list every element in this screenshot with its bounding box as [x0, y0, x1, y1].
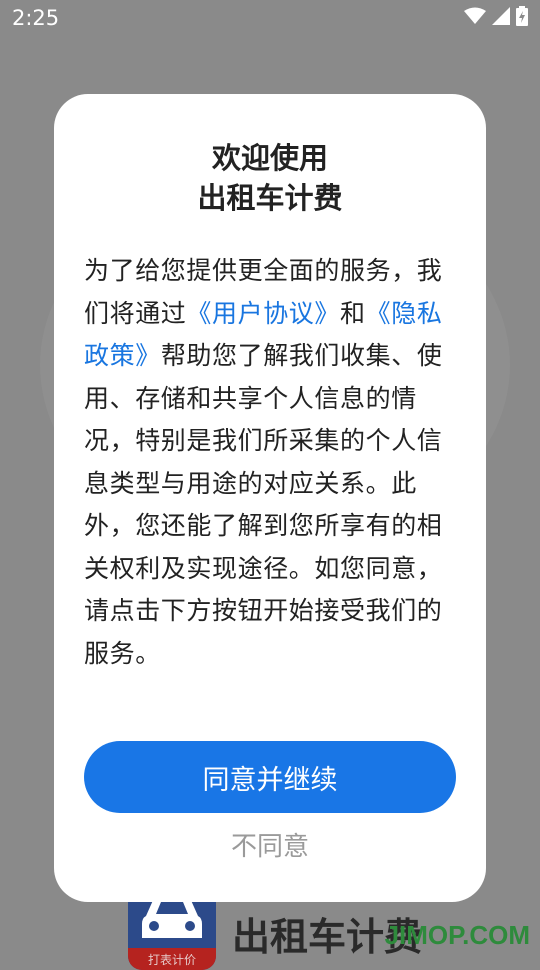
battery-charging-icon [516, 6, 528, 26]
watermark: JIMOP.COM [384, 920, 530, 950]
body-text-2: 和 [340, 298, 366, 328]
user-agreement-link[interactable]: 《用户协议》 [186, 299, 340, 328]
status-time: 2:25 [12, 6, 60, 30]
wifi-icon [464, 7, 486, 25]
dialog-title: 欢迎使用 出租车计费 [54, 138, 486, 218]
agree-continue-button[interactable]: 同意并继续 [84, 741, 456, 813]
status-icons [464, 6, 528, 26]
dialog-title-line2: 出租车计费 [197, 181, 343, 215]
privacy-dialog: 欢迎使用 出租车计费 为了给您提供更全面的服务，我们将通过《用户协议》和《隐私政… [54, 94, 486, 902]
cellular-signal-icon [492, 7, 510, 25]
disagree-button[interactable]: 不同意 [54, 826, 486, 863]
dialog-title-line1: 欢迎使用 [211, 141, 328, 175]
dialog-body: 为了给您提供更全面的服务，我们将通过《用户协议》和《隐私政策》帮助您了解我们收集… [84, 250, 456, 675]
status-bar: 2:25 [0, 0, 540, 36]
body-text-3: 帮助您了解我们收集、使用、存储和共享个人信息的情况，特别是我们所采集的个人信息类… [84, 341, 443, 668]
